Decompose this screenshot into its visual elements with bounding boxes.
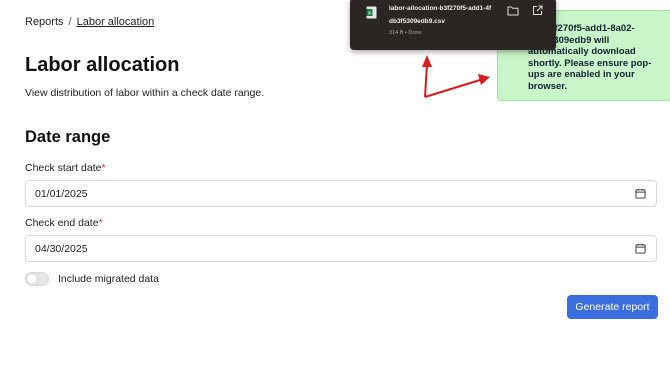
page-subtitle: View distribution of labor within a chec… (25, 87, 265, 99)
start-date-label: Check start date* (25, 162, 106, 174)
end-date-label-text: Check end date (25, 217, 99, 229)
date-range-heading: Date range (25, 128, 111, 146)
include-migrated-toggle[interactable] (25, 272, 49, 286)
svg-text:x: x (368, 11, 371, 17)
download-filename-line2[interactable]: db3f5309edb9.csv (389, 18, 445, 25)
page-title: Labor allocation (25, 54, 180, 76)
breadcrumb-reports-link[interactable]: Reports (25, 16, 64, 28)
start-date-label-text: Check start date (25, 162, 102, 174)
calendar-icon[interactable] (635, 188, 646, 199)
breadcrumb-separator: / (68, 16, 72, 28)
arrow-to-download-panel (422, 55, 432, 98)
breadcrumb-current[interactable]: Labor allocation (77, 16, 155, 28)
browser-download-panel: x labor-allocation-b3f270f5-add1-4f db3f… (350, 0, 556, 50)
end-date-label: Check end date* (25, 217, 103, 229)
include-migrated-label: Include migrated data (58, 273, 159, 285)
required-mark: * (101, 162, 106, 174)
excel-file-icon: x (366, 6, 377, 19)
folder-icon[interactable] (507, 5, 519, 16)
start-date-value: 01/01/2025 (35, 188, 88, 200)
download-meta: 314 B • Done (389, 30, 422, 36)
breadcrumb: Reports / Labor allocation (25, 16, 154, 28)
end-date-field[interactable]: 04/30/2025 (25, 235, 657, 262)
start-date-field[interactable]: 01/01/2025 (25, 180, 657, 207)
arrow-to-toast (424, 74, 490, 98)
toggle-knob (27, 274, 37, 284)
required-mark: * (98, 217, 103, 229)
calendar-icon[interactable] (635, 243, 646, 254)
open-external-icon[interactable] (532, 5, 543, 16)
generate-report-button[interactable]: Generate report (567, 295, 658, 319)
end-date-value: 04/30/2025 (35, 243, 88, 255)
download-filename-line1[interactable]: labor-allocation-b3f270f5-add1-4f (389, 5, 501, 12)
